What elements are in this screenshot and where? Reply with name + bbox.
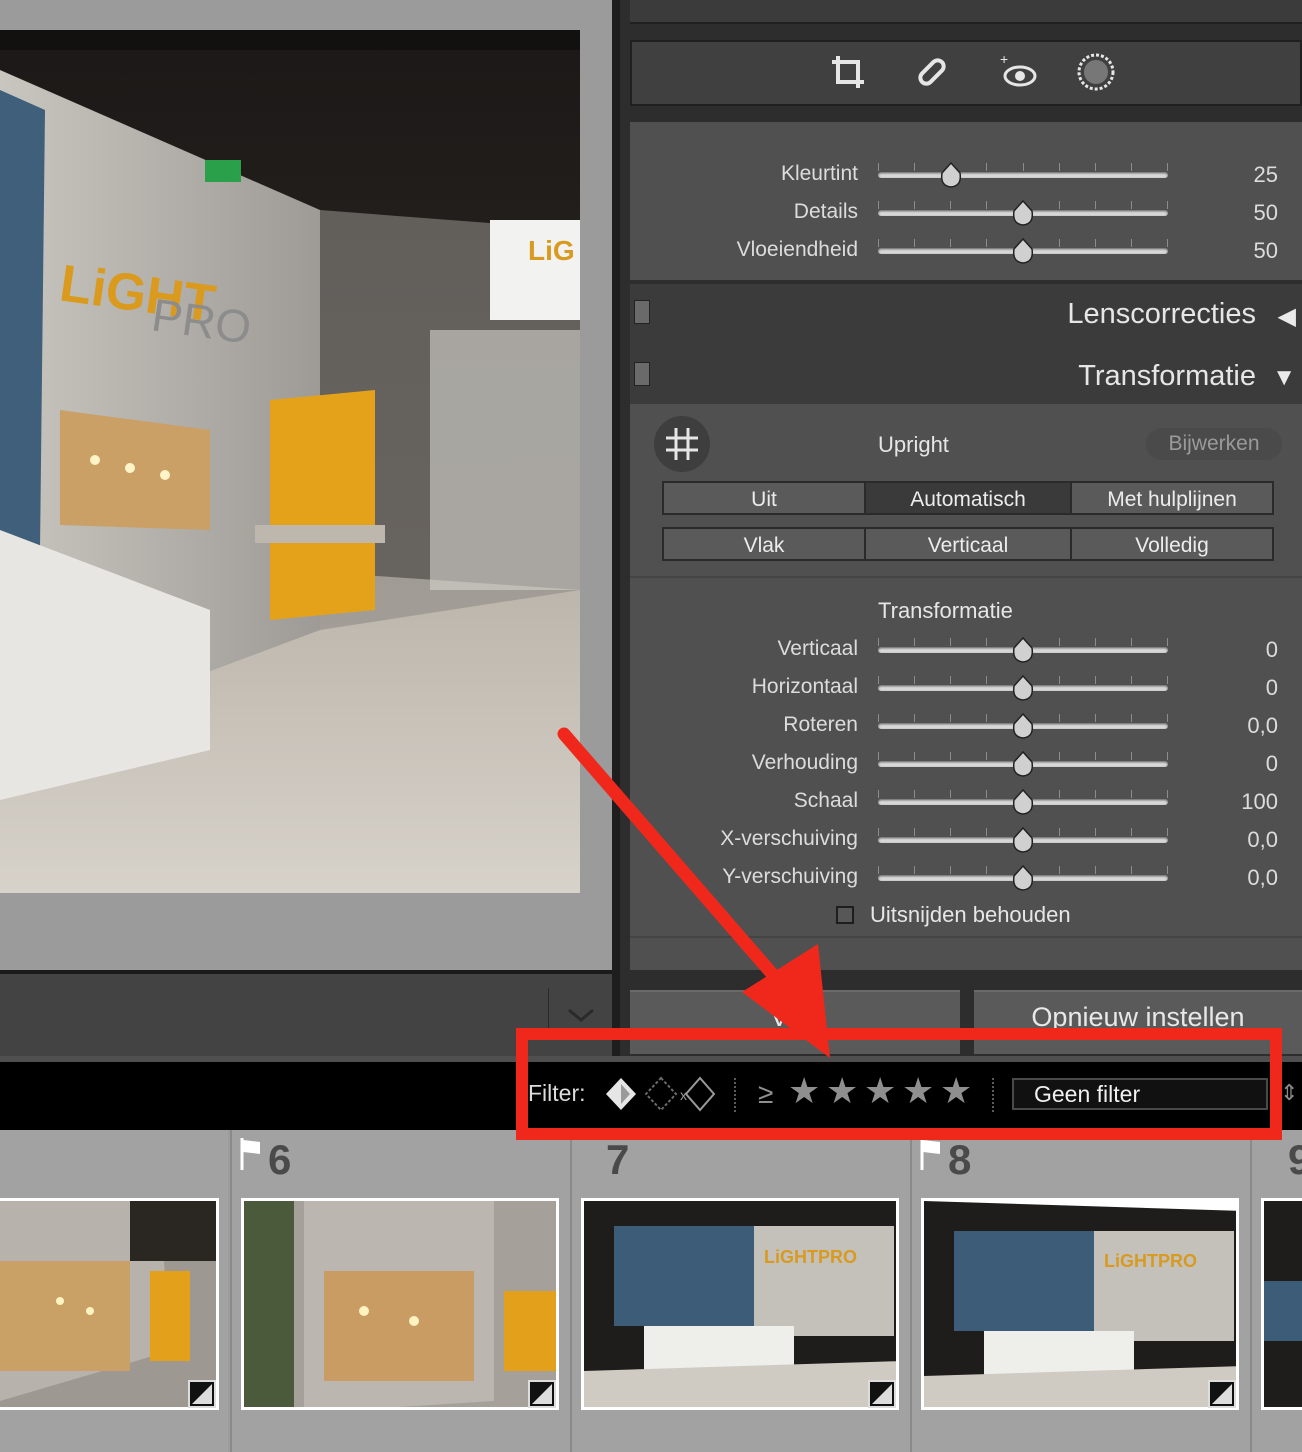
slider-value[interactable]: 0,0: [1247, 827, 1278, 853]
select-arrows-icon[interactable]: ⇕: [1280, 1080, 1298, 1106]
detail-slider-row: Kleurtint 25: [630, 156, 1302, 194]
upright-label: Upright: [878, 432, 949, 457]
lens-corrections-title: Lenscorrecties: [1067, 298, 1256, 330]
slider-label: Details: [793, 200, 858, 223]
slider-thumb[interactable]: [1012, 675, 1034, 701]
slider-thumb[interactable]: [1012, 827, 1034, 853]
collapse-arrow-icon: ◀: [1277, 303, 1296, 330]
healing-icon[interactable]: [912, 52, 952, 92]
annotation-arrow: [557, 727, 830, 1058]
slider-label: Horizontaal: [751, 675, 858, 698]
slider-value[interactable]: 0: [1266, 751, 1278, 777]
thumbnail[interactable]: [241, 1198, 559, 1410]
annotation-highlight-box: [516, 1028, 1282, 1140]
frame-number: 7: [606, 1136, 630, 1183]
transform-header[interactable]: Transformatie ▼: [630, 346, 1302, 408]
guided-upright-button[interactable]: [654, 416, 710, 472]
thumbnail[interactable]: LiGHTPRO: [581, 1198, 899, 1410]
upright-button-automatisch[interactable]: Automatisch: [864, 481, 1072, 515]
upright-button-met-hulplijnen[interactable]: Met hulplijnen: [1070, 481, 1274, 515]
svg-text:LiGHTPRO: LiGHTPRO: [1104, 1251, 1197, 1271]
slider-thumb[interactable]: [1012, 200, 1034, 226]
expand-arrow-icon: ▼: [1272, 364, 1296, 391]
slider-track[interactable]: [878, 172, 1168, 178]
slider-thumb[interactable]: [1012, 637, 1034, 663]
mask-icon[interactable]: [1076, 52, 1116, 92]
crop-icon[interactable]: [828, 52, 868, 92]
slider-value[interactable]: 0: [1266, 637, 1278, 663]
booth-photo: LiG LiGHT PRO: [0, 30, 580, 893]
transform-subtitle: Transformatie: [878, 598, 1013, 623]
svg-text:LiGHTPRO: LiGHTPRO: [764, 1247, 857, 1267]
develop-adjusted-icon: [528, 1380, 556, 1408]
panel-switch[interactable]: [634, 300, 650, 324]
slider-thumb[interactable]: [1012, 751, 1034, 777]
slider-thumb[interactable]: [1012, 713, 1034, 739]
flag-icon: [920, 1138, 940, 1170]
upright-button-vlak[interactable]: Vlak: [662, 527, 866, 561]
thumbnail[interactable]: [1261, 1198, 1302, 1410]
detail-slider-row: Details 50: [630, 194, 1302, 232]
develop-adjusted-icon: [1208, 1380, 1236, 1408]
slider-value[interactable]: 0,0: [1247, 865, 1278, 891]
upright-button-verticaal[interactable]: Verticaal: [864, 527, 1072, 561]
panel-header-strip: [630, 0, 1302, 24]
flag-icon: [240, 1138, 260, 1170]
panel-switch[interactable]: [634, 362, 650, 386]
slider-label: Verticaal: [777, 637, 858, 660]
update-button[interactable]: Bijwerken: [1146, 428, 1282, 460]
slider-value[interactable]: 50: [1254, 200, 1278, 226]
panel-separator: [630, 576, 1302, 578]
photo-view: LiG LiGHT PRO: [0, 0, 612, 970]
main-photo: LiG LiGHT PRO: [0, 30, 580, 893]
frame-number: 8: [948, 1136, 972, 1183]
transform-slider-row: Horizontaal 0: [630, 669, 1302, 707]
frame-number: 9: [1288, 1136, 1302, 1183]
transform-slider-row: Verticaal 0: [630, 631, 1302, 669]
slider-label: Kleurtint: [780, 162, 858, 185]
slider-ticks: [878, 163, 1168, 171]
slider-thumb[interactable]: [1012, 865, 1034, 891]
slider-value[interactable]: 100: [1241, 789, 1278, 815]
lens-corrections-header[interactable]: Lenscorrecties ◀: [630, 284, 1302, 346]
transform-title: Transformatie: [1078, 360, 1256, 392]
constrain-label[interactable]: Uitsnijden behouden: [870, 902, 1071, 928]
slider-value[interactable]: 0,0: [1247, 713, 1278, 739]
slider-thumb[interactable]: [1012, 238, 1034, 264]
tool-strip: [630, 40, 1302, 106]
svg-text:LiG: LiG: [528, 235, 575, 266]
slider-thumb[interactable]: [1012, 789, 1034, 815]
svg-text:+: +: [1000, 52, 1008, 67]
slider-value[interactable]: 25: [1254, 162, 1278, 188]
red-eye-icon[interactable]: +: [998, 51, 1038, 92]
upright-crop-icon: [666, 428, 698, 460]
upright-button-volledig[interactable]: Volledig: [1070, 527, 1274, 561]
detail-slider-row: Vloeiendheid 50: [630, 232, 1302, 270]
thumbnail[interactable]: [0, 1198, 219, 1410]
upright-button-uit[interactable]: Uit: [662, 481, 866, 515]
slider-thumb[interactable]: [940, 162, 962, 188]
frame-number: 6: [268, 1136, 292, 1183]
slider-value[interactable]: 0: [1266, 675, 1278, 701]
develop-adjusted-icon: [188, 1380, 216, 1408]
develop-adjusted-icon: [868, 1380, 896, 1408]
slider-value[interactable]: 50: [1254, 238, 1278, 264]
thumbnail[interactable]: LiGHTPRO: [921, 1198, 1239, 1410]
slider-label: Vloeiendheid: [736, 238, 858, 261]
